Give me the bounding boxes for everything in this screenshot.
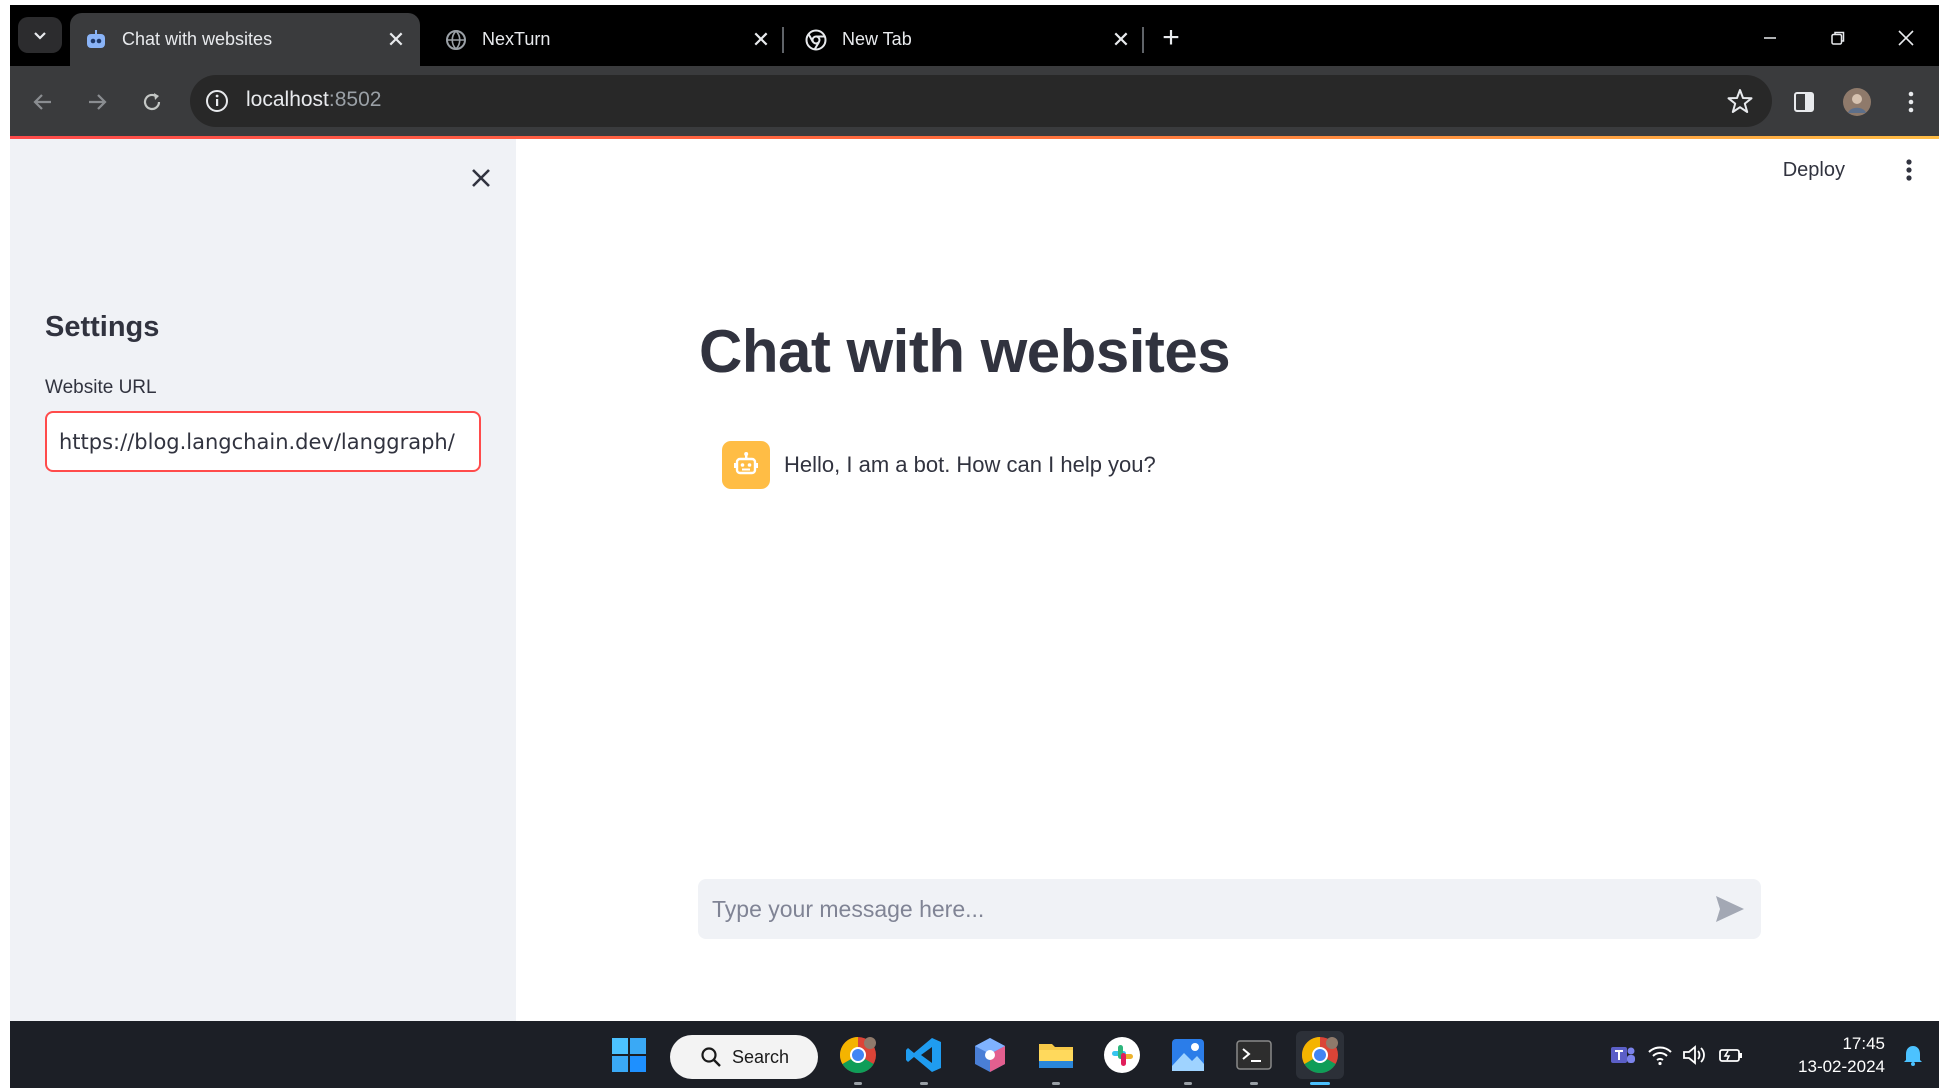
back-button[interactable] xyxy=(25,84,61,120)
bookmark-star-icon[interactable] xyxy=(1726,87,1754,115)
taskbar-chrome-profile[interactable] xyxy=(834,1031,882,1085)
running-indicator xyxy=(1250,1082,1258,1085)
taskbar-app-cube[interactable] xyxy=(966,1031,1014,1079)
screen-border-left xyxy=(0,0,10,1088)
taskbar-photos[interactable] xyxy=(1164,1031,1212,1085)
clock-date: 13-02-2024 xyxy=(1798,1057,1885,1076)
main-content: Deploy Chat with websites Hello, I am a … xyxy=(516,139,1939,1021)
running-indicator xyxy=(920,1082,928,1085)
minimize-icon xyxy=(1764,37,1776,39)
chat-input-container xyxy=(698,879,1761,939)
vscode-icon xyxy=(906,1038,941,1072)
teams-icon[interactable] xyxy=(1610,1043,1636,1067)
arrow-left-icon xyxy=(33,94,51,110)
search-icon xyxy=(701,1047,721,1067)
taskbar-terminal[interactable] xyxy=(1230,1031,1278,1085)
chrome-icon xyxy=(804,28,828,52)
tab-chat-with-websites[interactable]: Chat with websites ✕ xyxy=(70,13,420,66)
battery-icon[interactable] xyxy=(1718,1043,1744,1067)
taskbar-search-label: Search xyxy=(732,1046,790,1067)
forward-button[interactable] xyxy=(79,84,115,120)
taskbar-slack[interactable] xyxy=(1098,1031,1146,1079)
profile-avatar[interactable] xyxy=(1839,84,1875,120)
taskbar-file-explorer[interactable] xyxy=(1032,1031,1080,1085)
tab-close-icon[interactable]: ✕ xyxy=(382,26,410,54)
arrow-right-icon xyxy=(89,94,107,110)
cube-app-icon xyxy=(975,1038,1005,1072)
tab-close-icon[interactable]: ✕ xyxy=(1107,26,1135,54)
close-sidebar-icon[interactable] xyxy=(466,163,496,193)
notification-bell-icon[interactable] xyxy=(1900,1043,1926,1067)
page-title: Chat with websites xyxy=(699,318,1231,385)
bot-avatar xyxy=(722,441,770,489)
restore-icon xyxy=(1831,31,1845,45)
deploy-button[interactable]: Deploy xyxy=(1783,159,1845,182)
taskbar-search-button[interactable]: Search xyxy=(670,1035,818,1079)
photos-icon xyxy=(1172,1039,1204,1071)
running-indicator xyxy=(1184,1082,1192,1085)
running-indicator xyxy=(1052,1082,1060,1085)
browser-toolbar: localhost:8502 xyxy=(10,66,1939,136)
address-host: localhost xyxy=(246,88,329,111)
chat-message-text: Hello, I am a bot. How can I help you? xyxy=(784,452,1156,477)
taskbar-chrome-active[interactable] xyxy=(1296,1031,1344,1085)
close-icon xyxy=(1898,30,1914,46)
tab-title: New Tab xyxy=(842,29,912,49)
windows-taskbar: Search 17:45 13-02-2024 xyxy=(10,1021,1939,1088)
tab-close-icon[interactable]: ✕ xyxy=(747,26,775,54)
chrome-icon xyxy=(1301,1037,1338,1074)
tab-new-tab[interactable]: New Tab ✕ xyxy=(790,13,1145,66)
tab-separator xyxy=(1142,27,1144,53)
tab-separator xyxy=(782,27,784,53)
send-icon[interactable] xyxy=(1713,893,1747,925)
address-port: :8502 xyxy=(328,88,382,111)
close-window-button[interactable] xyxy=(1886,23,1926,53)
profile-avatar-icon xyxy=(1843,88,1871,116)
clock-time: 17:45 xyxy=(1842,1034,1885,1053)
taskbar-vscode[interactable] xyxy=(900,1031,948,1085)
sidebar: Settings Website URL xyxy=(10,139,516,1021)
tab-title: NexTurn xyxy=(482,29,551,49)
chevron-down-icon xyxy=(34,32,46,40)
terminal-icon xyxy=(1236,1040,1272,1070)
wifi-icon[interactable] xyxy=(1647,1043,1673,1067)
address-url: localhost:8502 xyxy=(246,88,381,112)
volume-icon[interactable] xyxy=(1682,1043,1708,1067)
folder-icon xyxy=(1039,1044,1073,1068)
more-vertical-icon[interactable] xyxy=(1899,155,1919,185)
info-icon[interactable] xyxy=(204,88,230,114)
system-clock[interactable]: 17:45 13-02-2024 xyxy=(1798,1032,1885,1078)
browser-tab-strip: Chat with websites ✕ NexTurn ✕ New Tab ✕… xyxy=(10,5,1939,66)
restore-button[interactable] xyxy=(1818,23,1858,53)
reload-icon xyxy=(143,93,161,111)
globe-icon xyxy=(444,28,468,52)
website-url-label: Website URL xyxy=(45,377,157,398)
minimize-button[interactable] xyxy=(1750,23,1790,53)
new-tab-button[interactable]: + xyxy=(1156,21,1186,54)
sidebar-heading: Settings xyxy=(45,311,160,343)
more-vertical-icon xyxy=(1908,91,1914,113)
running-indicator xyxy=(854,1082,862,1085)
tab-nexturn[interactable]: NexTurn ✕ xyxy=(430,13,785,66)
address-bar[interactable]: localhost:8502 xyxy=(190,75,1772,127)
chat-message: Hello, I am a bot. How can I help you? xyxy=(722,441,1156,489)
chat-input[interactable] xyxy=(698,879,1688,939)
reload-button[interactable] xyxy=(134,84,170,120)
side-panel-button[interactable] xyxy=(1786,84,1822,120)
start-button[interactable] xyxy=(605,1031,653,1079)
website-url-input[interactable] xyxy=(45,411,481,472)
slack-icon xyxy=(1104,1037,1140,1073)
side-panel-icon xyxy=(1794,92,1814,112)
chrome-icon xyxy=(839,1037,876,1074)
tab-search-button[interactable] xyxy=(18,17,62,53)
robot-icon xyxy=(734,452,758,475)
tab-title: Chat with websites xyxy=(122,29,273,49)
robot-favicon-icon xyxy=(84,28,108,52)
browser-menu-button[interactable] xyxy=(1893,84,1929,120)
windows-logo-icon xyxy=(612,1038,646,1072)
active-indicator xyxy=(1310,1082,1330,1085)
